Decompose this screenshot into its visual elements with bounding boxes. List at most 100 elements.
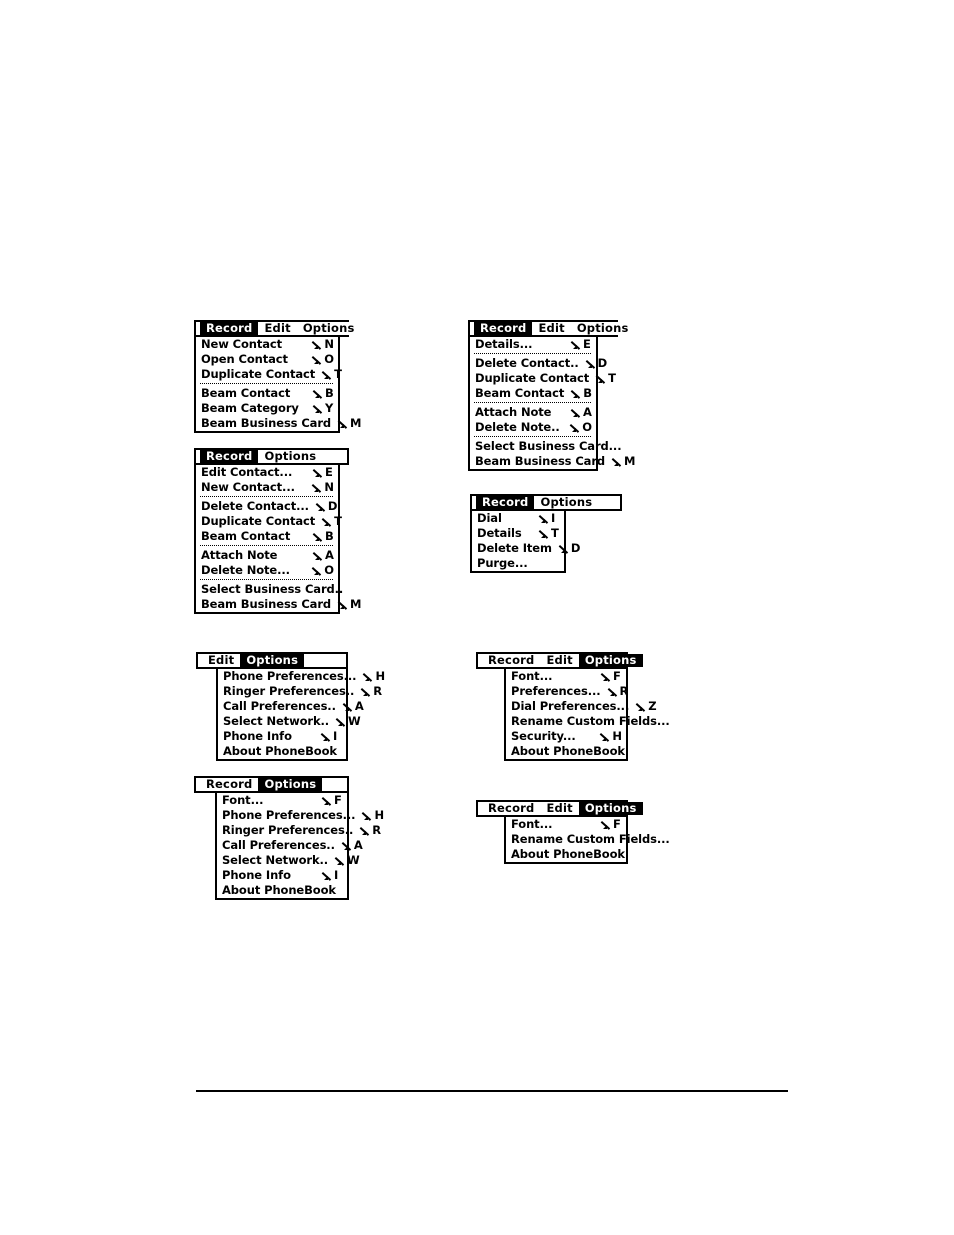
- menu-item[interactable]: About PhoneBook: [506, 744, 626, 759]
- menu-tab-options[interactable]: Options: [258, 778, 323, 791]
- menu-item-label: Delete Item: [477, 540, 552, 555]
- menu-item[interactable]: Call Preferences.. A: [218, 699, 364, 714]
- menu-item-shortcut-key: I: [333, 728, 338, 743]
- menu-tab-edit[interactable]: Edit: [258, 322, 297, 335]
- graffiti-command-stroke-icon: [571, 423, 581, 433]
- menu-dropdown-panel: Edit Contact... E New Contact... N Delete Co…: [194, 465, 362, 614]
- menu-item[interactable]: Delete Contact.. D: [470, 356, 607, 371]
- menu-item[interactable]: Beam Contact B: [196, 529, 338, 544]
- menu-item[interactable]: Select Business Card..: [196, 582, 343, 597]
- graffiti-command-stroke-icon: [362, 687, 372, 697]
- menu-item[interactable]: Attach Note A: [470, 405, 596, 420]
- menu-item[interactable]: About PhoneBook: [506, 847, 626, 862]
- graffiti-command-stroke-icon: [317, 502, 327, 512]
- menu-item-shortcut: R: [353, 824, 381, 837]
- menu-item[interactable]: Font... F: [506, 817, 626, 832]
- menu-tab-options[interactable]: Options: [570, 322, 635, 335]
- menu-item[interactable]: Open Contact O: [196, 352, 338, 367]
- menu-item[interactable]: Font... F: [217, 793, 347, 808]
- menu-dial-pad-options[interactable]: Edit Options Phone Preferences... H Ringer P…: [196, 652, 385, 761]
- menu-item-shortcut-key: I: [334, 867, 339, 882]
- menu-item[interactable]: About PhoneBook: [218, 744, 346, 759]
- menu-tab-options[interactable]: Options: [296, 320, 361, 335]
- menu-item[interactable]: Duplicate Contact T: [196, 367, 342, 382]
- menu-tab-edit[interactable]: Edit: [540, 802, 579, 815]
- menu-dropdown-panel: New Contact N Open Contact O Duplicate Conta…: [194, 337, 362, 433]
- menu-item[interactable]: Phone Info I: [217, 868, 347, 883]
- menu-item[interactable]: Dial I: [472, 511, 564, 526]
- menu-tab-record[interactable]: Record: [482, 802, 541, 815]
- menu-tab-label: Options: [302, 320, 355, 335]
- menu-tab-options[interactable]: Options: [534, 496, 599, 509]
- menu-tab-record[interactable]: Record: [200, 450, 259, 463]
- menu-item[interactable]: Call Preferences.. A: [217, 838, 363, 853]
- menu-item[interactable]: New Contact N: [196, 337, 338, 352]
- menu-item[interactable]: Select Business Card...: [470, 439, 622, 454]
- menu-item[interactable]: Delete Note... O: [196, 563, 338, 578]
- menu-item[interactable]: Security... H: [506, 729, 626, 744]
- menu-item-shortcut-key: F: [613, 668, 621, 683]
- menu-item[interactable]: Phone Info I: [218, 729, 346, 744]
- menu-item[interactable]: Delete Note.. O: [470, 420, 596, 435]
- menu-item[interactable]: Dial Preferences... Z: [506, 699, 657, 714]
- menu-contacts-list-record[interactable]: Record Edit Options New Contact N Open Contac…: [194, 320, 362, 433]
- menu-item[interactable]: Purge...: [472, 556, 564, 571]
- menu-item[interactable]: Preferences... R: [506, 684, 628, 699]
- menu-item[interactable]: Beam Contact B: [470, 386, 596, 401]
- menu-tab-record[interactable]: Record: [476, 496, 535, 509]
- menu-item[interactable]: Select Network.. W: [217, 853, 360, 868]
- menu-item[interactable]: Duplicate Contact T: [470, 371, 616, 386]
- menu-tab-edit[interactable]: Edit: [202, 654, 241, 667]
- menu-contacts-list-options[interactable]: Record Edit Options Font... F Preferences... R…: [476, 652, 670, 761]
- menu-item[interactable]: Edit Contact... E: [196, 465, 338, 480]
- menu-item[interactable]: Delete Contact... D: [196, 499, 338, 514]
- menu-tab-options[interactable]: Options: [578, 654, 643, 667]
- menu-tab-record[interactable]: Record: [200, 778, 259, 791]
- menu-tab-edit[interactable]: Edit: [540, 654, 579, 667]
- menu-item[interactable]: Details T: [472, 526, 564, 541]
- menu-contact-view-record[interactable]: Record Edit Options Details... E Delete Conta…: [468, 320, 636, 471]
- menu-tab-options[interactable]: Options: [578, 802, 643, 815]
- menu-item[interactable]: Details... E: [470, 337, 596, 352]
- graffiti-command-stroke-icon: [601, 732, 611, 742]
- menu-item[interactable]: Font... F: [506, 669, 626, 684]
- menu-item[interactable]: Duplicate Contact T: [196, 514, 342, 529]
- menu-item-shortcut-key: A: [583, 404, 592, 419]
- menu-item-shortcut-key: T: [551, 525, 559, 540]
- menu-item[interactable]: Beam Business Card M: [196, 416, 362, 431]
- menu-tab-record[interactable]: Record: [482, 654, 541, 667]
- menu-item-label: Delete Note..: [475, 419, 560, 434]
- menu-tab-options[interactable]: Options: [258, 450, 323, 463]
- menu-item[interactable]: Select Network.. W: [218, 714, 361, 729]
- menu-item[interactable]: New Contact... N: [196, 480, 338, 495]
- menu-tab-record[interactable]: Record: [474, 322, 533, 335]
- menu-item-shortcut: E: [564, 338, 592, 351]
- menu-item[interactable]: Beam Business Card M: [470, 454, 636, 469]
- menu-tab-record[interactable]: Record: [200, 322, 259, 335]
- menu-tab-edit[interactable]: Edit: [532, 322, 571, 335]
- menu-contact-view-options[interactable]: Record Edit Options Font... F Rename Custom F…: [476, 800, 670, 864]
- menu-item[interactable]: Delete Item D: [472, 540, 580, 556]
- menu-item[interactable]: Ringer Preferences.. R: [218, 684, 382, 699]
- menu-item-shortcut-key: F: [613, 816, 621, 831]
- menu-item[interactable]: Rename Custom Fields...: [506, 832, 670, 847]
- menu-item[interactable]: Phone Preferences... H: [217, 808, 384, 823]
- menu-phone-app-options[interactable]: Record Options Font... F Phone Preferences..…: [194, 776, 384, 900]
- menu-item[interactable]: Ringer Preferences.. R: [217, 823, 381, 838]
- menu-item[interactable]: Beam Business Card M: [196, 597, 362, 612]
- menu-item[interactable]: Attach Note A: [196, 548, 338, 563]
- menu-item-label: Font...: [511, 816, 553, 831]
- menu-contact-edit-record[interactable]: Record Options Edit Contact... E New Contact…: [194, 448, 362, 614]
- menu-tab-options[interactable]: Options: [240, 654, 305, 667]
- menu-item[interactable]: About PhoneBook: [217, 883, 347, 898]
- menu-item-shortcut: O: [305, 353, 334, 366]
- page-footer-rule: [196, 1090, 788, 1092]
- menu-item[interactable]: Beam Contact B: [196, 386, 338, 401]
- menu-item[interactable]: Beam Category Y: [196, 401, 338, 416]
- menu-item[interactable]: Phone Preferences... H: [218, 669, 385, 684]
- graffiti-command-stroke-icon: [313, 566, 323, 576]
- graffiti-command-stroke-icon: [363, 811, 373, 821]
- menu-call-history-record[interactable]: Record Options Dial I Details T Delete Item D Pu…: [470, 494, 622, 573]
- menu-item[interactable]: Rename Custom Fields...: [506, 714, 670, 729]
- menu-item-shortcut: M: [331, 598, 362, 611]
